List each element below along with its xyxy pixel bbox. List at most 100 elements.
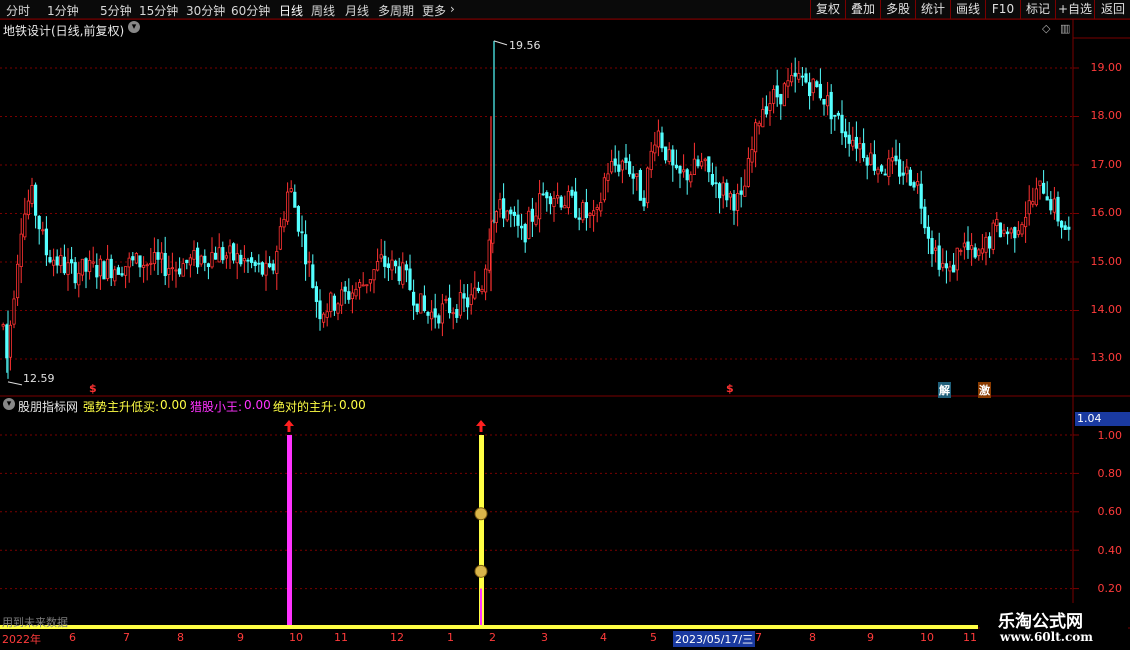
candle-body [231,243,236,261]
candle-body [494,211,499,223]
candle-body [930,238,934,255]
candle-body [1067,226,1071,230]
candle-body [970,245,974,250]
candle-body [919,183,923,209]
candle-body [700,161,704,167]
date-label: 5 [650,631,657,644]
candle-body [408,268,412,290]
candle-body [865,157,869,166]
candle-body [980,248,985,254]
candle-body [1009,228,1013,234]
candle-body [1038,180,1042,186]
candle-body [962,242,967,248]
candle-body [80,258,84,276]
chevron-down-icon[interactable]: ▾ [3,398,15,410]
candle-body [815,81,819,88]
candle-body [1006,231,1010,235]
signal-mark: $ [726,382,734,395]
candle-body [440,303,445,324]
main-chart-title: 地铁设计(日线,前复权) [3,24,125,38]
candle-body [347,291,351,300]
candle-body [923,206,927,229]
candle-body [739,190,743,195]
money-bag-icon [474,507,488,521]
candle-body [1,324,5,327]
candle-body [1024,216,1028,228]
candle-body [415,303,419,312]
candle-body [303,234,308,265]
indicator-baseline [0,625,978,629]
candle-body [602,177,607,201]
candle-body [782,83,787,107]
candle-body [995,218,999,226]
candle-body [628,161,632,175]
candle-body [84,258,88,272]
candle-body [174,269,178,272]
candle-body [95,264,99,278]
candle-body [498,199,502,210]
candle-body [116,267,120,275]
candle-body [102,261,106,280]
candle-body [512,211,517,216]
diamond-icon[interactable]: ◇ [1042,22,1050,35]
candle-body [775,85,779,98]
candle-body [34,184,38,216]
signal-mark: $ [89,382,97,395]
candle-body [851,139,855,147]
candle-body [361,284,365,287]
candle-body [660,132,664,149]
low-pointer [7,381,23,386]
candle-body [804,73,808,83]
candle-body [98,258,102,277]
candle-body [682,169,686,173]
candle-body [242,258,246,262]
candle-body [588,213,592,216]
candle-body [12,298,16,325]
candle-body [901,172,905,176]
candle-body [296,206,301,232]
candle-body [707,156,711,173]
chevron-down-icon[interactable]: ▾ [128,21,140,33]
candle-body [383,255,387,267]
indicator-item-value: 0.00 [339,398,366,412]
candle-body [934,247,938,251]
candle-body [462,293,466,299]
candle-body [501,198,506,219]
candle-body [779,93,783,105]
candle-body [768,103,772,111]
candle-body [610,161,614,173]
candle-body [840,114,844,134]
date-label: 12 [390,631,404,644]
unlock-tag[interactable]: 解 [938,382,951,398]
candle-body [829,91,833,120]
candle-body [818,83,823,99]
kline-chart[interactable] [0,0,1130,650]
candle-body [264,262,268,276]
candle-body [343,286,347,292]
candle-body [941,262,945,268]
candle-body [192,250,196,260]
candle-body [188,257,192,266]
candle-body [912,182,916,188]
candle-body [70,259,74,264]
candle-body [163,252,167,277]
candle-body [152,252,156,265]
candle-body [1020,224,1024,235]
panel-toggle-icon[interactable]: ▥ [1060,22,1070,35]
candle-body [750,149,754,163]
candle-body [1034,188,1038,206]
candle-body [239,254,243,265]
stimulus-tag[interactable]: 激 [978,382,991,398]
candle-body [966,241,970,251]
indicator-item-value: 0.00 [160,398,187,412]
candle-body [411,291,416,306]
date-label: 1 [447,631,454,644]
candle-body [1063,225,1067,230]
candle-body [721,182,725,196]
candle-body [548,196,553,205]
date-label: 3 [541,631,548,644]
candle-body [422,295,427,312]
candle-body [246,259,250,262]
candle-body [23,213,27,238]
candle-body [883,173,887,176]
